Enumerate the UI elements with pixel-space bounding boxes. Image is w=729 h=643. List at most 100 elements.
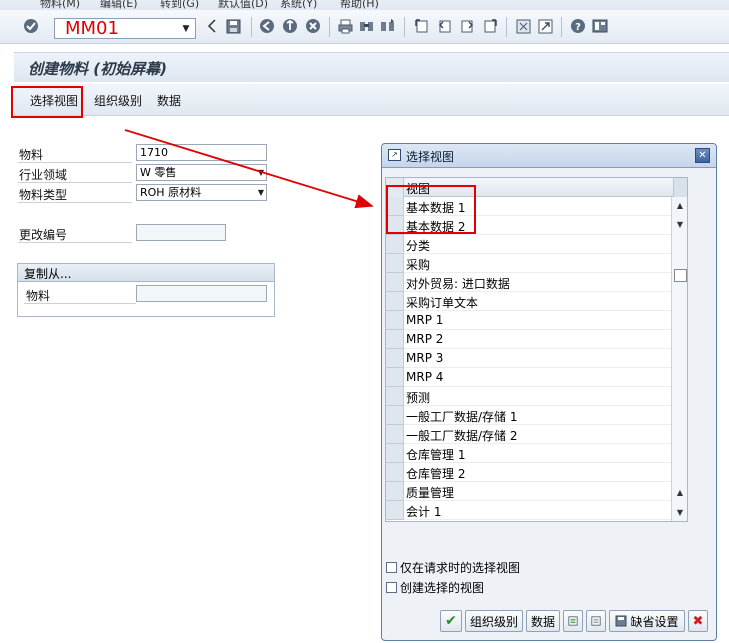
select-all-icon[interactable] [563, 610, 583, 632]
back-arrow-icon[interactable] [203, 17, 221, 35]
command-field[interactable]: ▼ [54, 18, 196, 39]
table-row[interactable]: 仓库管理 2 [386, 463, 671, 482]
material-type-select[interactable]: ROH 原材料 ▼ [136, 184, 267, 201]
menu-system[interactable]: 系统(Y) [280, 0, 317, 10]
row-selector[interactable] [386, 254, 404, 273]
view-name: 采购 [406, 258, 431, 272]
data-button[interactable]: 数据 [157, 92, 181, 109]
first-page-icon[interactable] [412, 17, 430, 35]
scroll-up-icon[interactable]: ▲ [674, 200, 686, 212]
view-name: 采购订单文本 [406, 296, 479, 310]
find-next-icon[interactable] [378, 17, 396, 35]
check-icon[interactable] [22, 17, 40, 35]
row-selector[interactable] [386, 311, 404, 330]
deselect-all-icon[interactable] [586, 610, 606, 632]
copy-material-input[interactable] [136, 285, 267, 302]
new-session-icon[interactable] [514, 17, 532, 35]
dialog-data-button[interactable]: 数据 [526, 610, 560, 632]
scroll-down-icon[interactable]: ▼ [674, 219, 686, 231]
toolbar-separator [561, 17, 562, 37]
row-selector[interactable] [386, 406, 404, 425]
table-row[interactable]: 仓库管理 1 [386, 444, 671, 463]
menu-material[interactable]: 物料(M) [40, 0, 80, 10]
table-row[interactable]: MRP 3 [386, 349, 671, 368]
scroll-thumb[interactable] [674, 269, 687, 282]
save-icon[interactable] [224, 17, 242, 35]
row-selector[interactable] [386, 273, 404, 292]
create-selected-checkbox[interactable] [386, 582, 397, 593]
table-row[interactable]: 采购订单文本 [386, 292, 671, 311]
row-selector[interactable] [386, 330, 404, 349]
industry-select[interactable]: W 零售 ▼ [136, 164, 267, 181]
layout-icon[interactable] [591, 17, 609, 35]
prev-page-icon[interactable] [435, 17, 453, 35]
row-selector[interactable] [386, 501, 404, 520]
change-number-input[interactable] [136, 224, 226, 241]
copy-from-header: 复制从... [18, 264, 274, 282]
only-on-request-option[interactable]: 仅在请求时的选择视图 [386, 559, 520, 576]
table-row[interactable]: MRP 2 [386, 330, 671, 349]
create-selected-option[interactable]: 创建选择的视图 [386, 579, 484, 596]
create-selected-label: 创建选择的视图 [400, 581, 485, 595]
column-settings-button[interactable] [673, 178, 687, 197]
scroll-down-icon[interactable]: ▼ [674, 507, 686, 519]
row-selector[interactable] [386, 482, 404, 501]
help-icon[interactable]: ? [569, 17, 587, 35]
org-levels-button[interactable]: 组织级别 [94, 92, 142, 109]
table-row[interactable]: 会计 1 [386, 501, 671, 520]
scroll-up-icon[interactable]: ▲ [674, 487, 686, 499]
industry-label: 行业领域 [19, 168, 68, 182]
only-on-request-checkbox[interactable] [386, 562, 397, 573]
view-name: MRP 3 [406, 351, 444, 365]
default-values-button[interactable]: 缺省设置 [609, 610, 685, 632]
find-icon[interactable] [357, 17, 375, 35]
table-row[interactable]: 分类 [386, 235, 671, 254]
back-icon[interactable] [258, 17, 276, 35]
command-input[interactable] [65, 19, 175, 38]
row-selector[interactable] [386, 425, 404, 444]
table-row[interactable]: 质量管理 [386, 482, 671, 501]
view-name: 质量管理 [406, 486, 455, 500]
dialog-org-levels-button[interactable]: 组织级别 [465, 610, 523, 632]
row-selector[interactable] [386, 368, 404, 387]
chevron-down-icon[interactable]: ▼ [258, 185, 264, 200]
dialog-window-icon: ↗ [388, 149, 401, 161]
table-row[interactable]: 对外贸易: 进口数据 [386, 273, 671, 292]
last-page-icon[interactable] [481, 17, 499, 35]
row-selector[interactable] [386, 463, 404, 482]
row-selector[interactable] [386, 292, 404, 311]
shortcut-icon[interactable] [536, 17, 554, 35]
close-icon[interactable]: ✕ [695, 148, 710, 163]
view-name: 会计 1 [406, 505, 442, 519]
table-row[interactable]: 一般工厂数据/存储 1 [386, 406, 671, 425]
application-toolbar: 选择视图 组织级别 数据 [14, 84, 729, 116]
toolbar-separator [329, 17, 330, 37]
chevron-down-icon[interactable]: ▼ [177, 19, 195, 38]
menu-defaults[interactable]: 默认值(D) [218, 0, 268, 10]
table-row[interactable]: MRP 1 [386, 311, 671, 330]
table-row[interactable]: MRP 4 [386, 368, 671, 387]
views-scrollbar[interactable]: ▲ ▼ ▲ ▼ [671, 197, 687, 521]
table-row[interactable]: 一般工厂数据/存储 2 [386, 425, 671, 444]
material-type-label: 物料类型 [19, 188, 68, 202]
view-name: MRP 4 [406, 370, 444, 384]
row-selector[interactable] [386, 349, 404, 368]
exit-icon[interactable] [281, 17, 299, 35]
print-icon[interactable] [336, 17, 354, 35]
view-name: 对外贸易: 进口数据 [406, 277, 510, 291]
chevron-down-icon[interactable]: ▼ [258, 165, 264, 180]
confirm-button[interactable]: ✔ [440, 610, 462, 632]
row-selector[interactable] [386, 387, 404, 406]
next-page-icon[interactable] [458, 17, 476, 35]
menu-edit[interactable]: 编辑(E) [100, 0, 138, 10]
row-selector[interactable] [386, 444, 404, 463]
table-row[interactable]: 预测 [386, 387, 671, 406]
cancel-button[interactable]: ✖ [688, 610, 708, 632]
menu-goto[interactable]: 转到(G) [160, 0, 199, 10]
material-input[interactable]: 1710 [136, 144, 267, 161]
cancel-icon[interactable] [304, 17, 322, 35]
table-row[interactable]: 采购 [386, 254, 671, 273]
label-underline [18, 162, 132, 163]
menu-help[interactable]: 帮助(H) [340, 0, 379, 10]
row-selector[interactable] [386, 235, 404, 254]
